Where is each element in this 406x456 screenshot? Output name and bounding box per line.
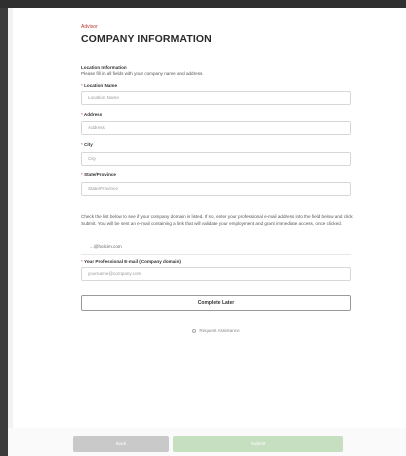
address-label-text: Address — [83, 112, 103, 117]
left-edge-shade — [8, 8, 13, 456]
state-field[interactable]: State/Province — [81, 182, 351, 196]
state-label-text: State/Province — [84, 172, 116, 177]
city-label-text: City — [84, 142, 93, 147]
city-field[interactable]: City — [81, 152, 351, 166]
location-name-label: * Location Name — [81, 83, 117, 88]
request-assistance-label: Request Assistance — [199, 328, 240, 333]
help-circle-icon — [192, 328, 197, 333]
request-assistance-link[interactable]: Request Assistance — [81, 328, 351, 333]
required-marker: * — [81, 83, 83, 88]
required-marker: * — [81, 142, 83, 147]
complete-later-button[interactable]: Complete Later — [81, 295, 351, 311]
submit-button[interactable]: Submit — [173, 436, 343, 452]
address-field[interactable]: Address — [81, 121, 351, 135]
required-marker: * — [81, 172, 83, 177]
email-label: * Your Professional E-mail (Company doma… — [81, 259, 181, 264]
back-button[interactable]: Back — [73, 436, 169, 452]
section-description: Please fill in all fields with your comp… — [81, 71, 204, 76]
domain-instructions: Check the list below to see if your comp… — [81, 214, 353, 227]
breadcrumb[interactable]: Advisor — [81, 24, 98, 30]
page-title: COMPANY INFORMATION — [81, 33, 212, 45]
window-top-bar — [0, 0, 406, 8]
location-name-field[interactable]: Location Name — [81, 91, 351, 105]
section-title: Location Information — [81, 65, 127, 70]
domain-list-item: ...@holcim.com — [81, 241, 351, 255]
required-marker: * — [81, 112, 83, 117]
city-label: * City — [81, 142, 93, 147]
email-field[interactable]: yourname@company.com — [81, 267, 351, 281]
address-label: * Address — [81, 112, 102, 117]
state-label: * State/Province — [81, 172, 116, 177]
domain-text: ...@holcim.com — [90, 244, 122, 249]
required-marker: * — [81, 259, 83, 264]
email-label-text: Your Professional E-mail (Company domain… — [84, 259, 181, 264]
location-name-label-text: Location Name — [84, 83, 118, 88]
page: Advisor COMPANY INFORMATION Location Inf… — [8, 8, 406, 456]
